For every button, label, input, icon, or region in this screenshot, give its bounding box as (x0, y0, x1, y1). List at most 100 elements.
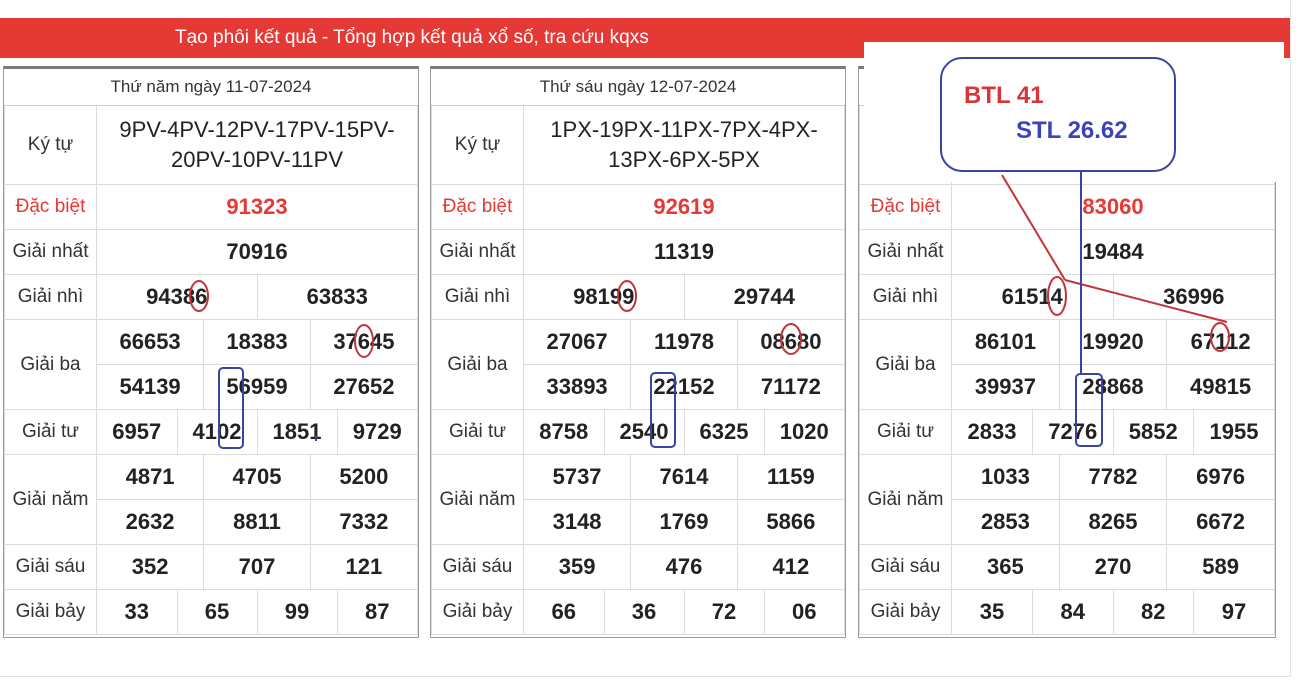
special-prize-number: 91323 (96, 184, 418, 230)
prize-values: 66653 18383 37645 54139 56959 27652 (97, 320, 417, 409)
row-fifth: Giải năm 1033 7782 6976 2853 8265 6672 (859, 454, 1275, 545)
first-prize-number: 70916 (96, 229, 418, 275)
prize-values: 8758 2540 6325 1020 (524, 410, 844, 454)
annotation-callout (940, 57, 1176, 172)
prize-table: Ký tự 9PV-4PV-12PV-17PV-15PV-20PV-10PV-11… (4, 106, 418, 635)
row-label-kytu: Ký tự (4, 106, 97, 185)
prize-row: 4871 4705 5200 (97, 455, 417, 500)
result-panel: Thứ sáu ngày 12-07-2024 Ký tự 1PX-19PX-11P… (430, 66, 846, 638)
prize-values: 86101 19920 67112 39937 28868 49815 (952, 320, 1274, 409)
annotation-stl: STL 26.62 (1016, 117, 1128, 144)
prize-row: 2632 8811 7332 (97, 499, 417, 544)
prize-row: 365 270 589 (952, 545, 1274, 589)
row-label-g3: Giải ba (4, 319, 97, 410)
prize-values: 33 65 99 87 (97, 590, 417, 634)
prize-number: 61514 (1001, 284, 1063, 309)
prize-values: 2833 7276 5852 1955 (952, 410, 1274, 454)
prize-number: 4871 (125, 464, 175, 489)
prize-number: 18383 (203, 320, 311, 365)
prize-cell-group: 6957 4102 1851 9729 (96, 409, 418, 455)
row-label-g5: Giải năm (431, 454, 524, 545)
prize-number: 352 (131, 554, 169, 579)
row-seventh: Giải bảy 35 84 82 97 (859, 589, 1275, 635)
prize-number: 2632 (97, 499, 204, 544)
prize-number: 1769 (630, 499, 738, 544)
prize-row: 66 36 72 06 (524, 590, 844, 634)
prize-number: 63833 (256, 275, 417, 319)
prize-number: 4705 (203, 455, 311, 500)
prize-number: 1033 (980, 464, 1030, 489)
row-kytu: Ký tự 1PX-19PX-11PX-7PX-4PX-13PX-6PX-5PX (431, 106, 845, 185)
row-label-kytu: Ký tự (431, 106, 524, 185)
prize-number: 56959 (203, 364, 311, 409)
prize-values: 94386 63833 (97, 275, 417, 319)
kytu-value: 1PX-19PX-11PX-7PX-4PX-13PX-6PX-5PX (523, 106, 845, 185)
prize-table: Ký tựĐặc biệt83060Giải nhất19484Giải nhì… (859, 106, 1275, 635)
prize-values: 27067 11978 08680 33893 22152 71172 (524, 320, 844, 409)
prize-number: 66 (551, 599, 576, 624)
prize-cell-group: 1033 7782 6976 2853 8265 6672 (951, 454, 1275, 545)
row-label-db: Đặc biệt (431, 184, 524, 230)
prize-values: 365 270 589 (952, 545, 1274, 589)
prize-cell-group: 4871 4705 5200 2632 8811 7332 (96, 454, 418, 545)
prize-number: 87 (336, 590, 417, 634)
row-sixth: Giải sáu 359 476 412 (431, 544, 845, 590)
row-label-g7: Giải bảy (431, 589, 524, 635)
prize-number: 72 (683, 590, 764, 634)
prize-cell-group: 359 476 412 (523, 544, 845, 590)
prize-number: 86101 (974, 329, 1036, 354)
prize-row: 6957 4102 1851 9729 (97, 410, 417, 454)
row-special: Đặc biệt 92619 (431, 184, 845, 230)
prize-number: 5737 (552, 464, 602, 489)
prize-row: 35 84 82 97 (952, 590, 1274, 634)
prize-cell-group: 61514 36996 (951, 274, 1275, 320)
row-label-g2: Giải nhì (859, 274, 952, 320)
annotation-btl: BTL 41 (964, 82, 1044, 109)
prize-number: 7276 (1032, 410, 1113, 454)
prize-number: 71172 (736, 364, 844, 409)
prize-number: 270 (1058, 545, 1167, 589)
prize-values: 98199 29744 (524, 275, 844, 319)
prize-number: 412 (736, 545, 844, 589)
row-fifth: Giải năm 4871 4705 5200 2632 8811 7332 (4, 454, 418, 545)
prize-row: 5737 7614 1159 (524, 455, 844, 500)
row-second: Giải nhì 98199 29744 (431, 274, 845, 320)
prize-number: 5200 (309, 455, 417, 500)
prize-number: 66653 (119, 329, 181, 354)
prize-number: 06 (763, 590, 844, 634)
prize-values: 1033 7782 6976 2853 8265 6672 (952, 455, 1274, 544)
prize-row: 8758 2540 6325 1020 (524, 410, 844, 454)
prize-values: 6957 4102 1851 9729 (97, 410, 417, 454)
row-label-g5: Giải năm (4, 454, 97, 545)
prize-number: 65 (176, 590, 257, 634)
row-label-g6: Giải sáu (4, 544, 97, 590)
row-label-g6: Giải sáu (431, 544, 524, 590)
prize-number: 365 (987, 554, 1024, 579)
prize-number: 6957 (112, 419, 162, 444)
prize-cell-group: 66 36 72 06 (523, 589, 845, 635)
prize-number: 33 (124, 599, 149, 624)
prize-values: 35 84 82 97 (952, 590, 1274, 634)
prize-values: 4871 4705 5200 2632 8811 7332 (97, 455, 417, 544)
prize-number: 9729 (336, 410, 417, 454)
prize-number: 1020 (763, 410, 844, 454)
prize-number: 94386 (146, 284, 208, 309)
prize-number: 589 (1166, 545, 1274, 589)
prize-number: 8811 (203, 499, 311, 544)
page-title[interactable]: Tạo phôi kết quả - Tổng hợp kết quả xổ s… (175, 18, 649, 58)
row-label-g6: Giải sáu (859, 544, 952, 590)
prize-cell-group: 27067 11978 08680 33893 22152 71172 (523, 319, 845, 410)
prize-number: 6672 (1166, 499, 1274, 544)
prize-cell-group: 86101 19920 67112 39937 28868 49815 (951, 319, 1275, 410)
prize-row: 98199 29744 (524, 275, 844, 319)
prize-number: 39937 (952, 364, 1060, 409)
prize-number: 36996 (1112, 275, 1274, 319)
prize-number: 19920 (1058, 320, 1167, 365)
prize-number: 08680 (736, 320, 844, 365)
row-label-g3: Giải ba (859, 319, 952, 410)
prize-number: 1955 (1193, 410, 1274, 454)
prize-number: 49815 (1166, 364, 1274, 409)
prize-number: 35 (979, 599, 1005, 624)
result-panel: Thứ năm ngày 11-07-2024 Ký tự 9PV-4PV-12PV… (3, 66, 419, 638)
row-special: Đặc biệt 83060 (859, 184, 1275, 230)
